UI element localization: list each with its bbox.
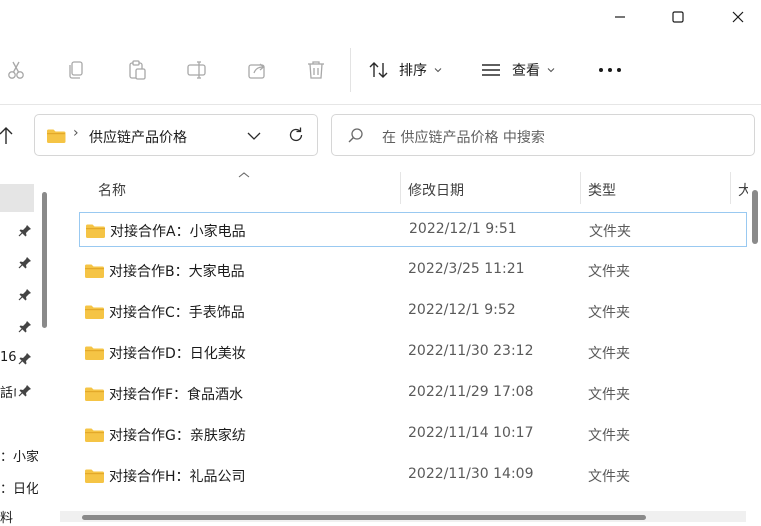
- column-header-name[interactable]: 名称: [98, 180, 126, 200]
- search-icon: [348, 128, 363, 143]
- share-button[interactable]: [241, 54, 273, 86]
- trash-icon: [308, 61, 324, 79]
- rename-button[interactable]: [181, 54, 213, 86]
- folder-icon: [85, 387, 104, 401]
- pin-icon: [18, 257, 31, 269]
- chevron-down-icon: [434, 68, 442, 73]
- breadcrumb-separator: ›: [73, 125, 79, 141]
- search-box[interactable]: 在 供应链产品价格 中搜索: [331, 114, 755, 156]
- file-type: 文件夹: [588, 387, 630, 403]
- file-name: 对接合作G：亲肤家纺: [109, 428, 246, 444]
- address-bar[interactable]: › 供应链产品价格: [34, 114, 318, 156]
- file-type: 文件夹: [588, 264, 630, 280]
- file-row[interactable]: 对接合作H：礼品公司 2022/11/30 14:09 文件夹: [79, 458, 747, 493]
- view-list-icon: [482, 64, 500, 76]
- column-divider[interactable]: [580, 172, 581, 204]
- minimize-button[interactable]: [597, 0, 643, 34]
- close-icon: [732, 11, 744, 23]
- sort-button[interactable]: 排序: [368, 54, 443, 86]
- file-row[interactable]: 对接合作C：手表饰品 2022/12/1 9:52 文件夹: [79, 294, 747, 329]
- file-row[interactable]: 对接合作F：食品酒水 2022/11/29 17:08 文件夹: [79, 376, 747, 411]
- paste-button[interactable]: [121, 54, 153, 86]
- folder-icon: [47, 129, 66, 143]
- nav-item-label[interactable]: ：日化: [0, 478, 38, 497]
- pin-icon: [18, 289, 31, 301]
- file-date: 2022/3/25 11:21: [408, 261, 525, 277]
- maximize-button[interactable]: [655, 0, 701, 34]
- file-date: 2022/11/30 23:12: [408, 343, 534, 359]
- nav-item-label[interactable]: 料: [0, 507, 13, 526]
- rename-icon: [187, 61, 206, 79]
- sort-icon: [369, 62, 388, 78]
- close-button[interactable]: [715, 0, 761, 34]
- column-divider[interactable]: [400, 172, 401, 204]
- file-name: 对接合作D：日化美妆: [109, 346, 246, 362]
- up-button[interactable]: [0, 124, 16, 146]
- cut-button[interactable]: [0, 54, 32, 86]
- vertical-scrollbar-thumb[interactable]: [752, 190, 758, 244]
- file-name: 对接合作F：食品酒水: [109, 387, 244, 403]
- file-type: 文件夹: [588, 305, 630, 321]
- copy-icon: [69, 61, 83, 79]
- nav-item-selected[interactable]: [0, 184, 34, 212]
- cut-icon: [8, 61, 24, 79]
- file-name: 对接合作A：小家电品: [110, 224, 246, 240]
- nav-item-label[interactable]: ：小家: [0, 446, 38, 465]
- search-placeholder: 在 供应链产品价格 中搜索: [382, 130, 545, 146]
- sort-label: 排序: [399, 63, 427, 79]
- file-type: 文件夹: [588, 346, 630, 362]
- more-icon: [599, 68, 621, 72]
- horizontal-scrollbar-thumb[interactable]: [82, 515, 646, 520]
- view-label: 查看: [512, 63, 540, 79]
- file-date: 2022/12/1 9:52: [408, 302, 516, 318]
- folder-icon: [85, 346, 104, 360]
- folder-icon: [85, 469, 104, 483]
- chevron-down-icon[interactable]: [247, 130, 261, 142]
- pin-icon: [18, 225, 31, 237]
- column-divider[interactable]: [730, 172, 731, 204]
- file-date: 2022/11/30 14:09: [408, 466, 534, 482]
- file-date: 2022/11/29 17:08: [408, 384, 534, 400]
- pin-icon: [18, 321, 31, 333]
- file-name: 对接合作C：手表饰品: [109, 305, 245, 321]
- nav-item-label[interactable]: 話巾: [0, 382, 16, 401]
- column-header-type[interactable]: 类型: [588, 180, 616, 200]
- file-type: 文件夹: [588, 469, 630, 485]
- chevron-down-icon: [547, 68, 555, 73]
- file-name: 对接合作H：礼品公司: [109, 469, 246, 485]
- share-icon: [248, 63, 265, 79]
- file-row[interactable]: 对接合作A：小家电品 2022/12/1 9:51 文件夹: [79, 212, 747, 247]
- pin-icon: [18, 353, 31, 365]
- file-row[interactable]: 对接合作D：日化美妆 2022/11/30 23:12 文件夹: [79, 335, 747, 370]
- folder-icon: [86, 224, 105, 238]
- toolbar-separator: [350, 48, 351, 92]
- paste-icon: [129, 60, 146, 80]
- title-bar: [0, 0, 761, 34]
- column-header-size[interactable]: 大: [738, 180, 748, 200]
- minimize-icon: [615, 16, 625, 18]
- file-date: 2022/11/14 10:17: [408, 425, 534, 441]
- column-header-date[interactable]: 修改日期: [408, 180, 464, 200]
- file-row[interactable]: 对接合作G：亲肤家纺 2022/11/14 10:17 文件夹: [79, 417, 747, 452]
- folder-icon: [85, 428, 104, 442]
- copy-button[interactable]: [60, 54, 92, 86]
- refresh-icon[interactable]: [287, 126, 305, 144]
- folder-icon: [85, 305, 104, 319]
- delete-button[interactable]: [300, 54, 332, 86]
- breadcrumb-current-folder[interactable]: 供应链产品价格: [89, 127, 187, 147]
- file-name: 对接合作B：大家电品: [109, 264, 245, 280]
- view-button[interactable]: 查看: [480, 54, 556, 86]
- nav-item-label[interactable]: 16: [0, 350, 17, 365]
- file-type: 文件夹: [589, 224, 631, 240]
- arrow-up-icon: [0, 127, 13, 144]
- file-type: 文件夹: [588, 428, 630, 444]
- file-date: 2022/12/1 9:51: [409, 221, 517, 237]
- folder-icon: [85, 264, 104, 278]
- nav-scrollbar[interactable]: [42, 192, 47, 328]
- file-row[interactable]: 对接合作B：大家电品 2022/3/25 11:21 文件夹: [79, 253, 747, 288]
- maximize-icon: [672, 11, 684, 23]
- more-options-button[interactable]: [597, 54, 623, 86]
- sort-ascending-icon: [238, 172, 250, 178]
- pin-icon: [18, 385, 31, 397]
